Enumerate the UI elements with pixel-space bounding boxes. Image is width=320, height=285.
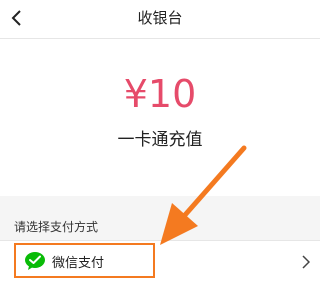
chevron-right-icon [302,255,310,269]
payment-method-prompt: 请选择支付方式 [14,220,99,234]
top-bar: 收银台 [0,0,320,38]
header-divider [0,38,320,39]
product-name: 一卡通充值 [117,130,203,150]
highlight-box [14,243,155,278]
row-divider [0,240,320,241]
page-title: 收银台 [137,9,183,27]
payment-amount: ¥10 [123,72,197,116]
